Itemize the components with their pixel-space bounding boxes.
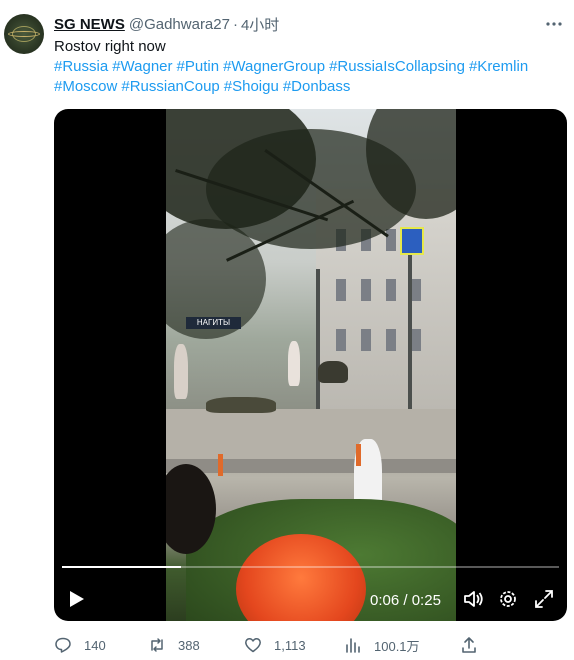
views-count: 100.1万 — [374, 638, 420, 654]
hashtag-link[interactable]: #Donbass — [283, 78, 351, 95]
volume-icon[interactable] — [461, 587, 485, 611]
reply-icon — [55, 637, 71, 653]
video-timecode: 0:06 / 0:25 — [370, 590, 441, 610]
video-frame[interactable]: НАГИТЫ — [166, 109, 456, 621]
play-icon[interactable] — [64, 587, 88, 611]
video-controls: 0:06 / 0:25 — [54, 579, 567, 621]
author-name[interactable]: SG NEWS — [54, 16, 125, 33]
hashtag-link[interactable]: #RussianCoup — [121, 78, 219, 95]
tweet-text: Rostov right now #Russia #Wagner #Putin #Wa… — [54, 37, 564, 97]
avatar-emblem-ring — [8, 31, 40, 37]
tweet-header: SG NEWS @Gadhwara27 · 4小时 — [54, 14, 279, 34]
bystander-left — [174, 344, 188, 399]
hashtag-line-2: #Moscow #RussianCoup #Shoigu #Donbass — [54, 77, 564, 97]
hashtag-link[interactable]: #Wagner — [112, 58, 172, 75]
frame-curb — [166, 459, 456, 473]
video-progress-fill — [62, 566, 182, 568]
separator-dot: · — [232, 15, 238, 33]
like-count: 1,113 — [274, 637, 306, 653]
settings-gear-icon[interactable] — [496, 587, 520, 611]
retweet-icon — [151, 638, 163, 652]
hashtag-link[interactable]: #Moscow — [54, 78, 117, 95]
views-bar-icon — [346, 638, 360, 653]
hashtag-link[interactable]: #RussiaIsCollapsing — [329, 58, 465, 75]
storefront-sign: НАГИТЫ — [186, 317, 241, 329]
timecode-separator: / — [399, 591, 412, 609]
soldier-prone — [206, 397, 276, 413]
like-button[interactable]: 1,113 — [244, 634, 306, 656]
hashtag-link[interactable]: #Kremlin — [469, 58, 528, 75]
tweet-card[interactable]: SG NEWS @Gadhwara27 · 4小时 Rostov right n… — [0, 0, 574, 660]
more-icon[interactable] — [540, 12, 568, 36]
tweet-timestamp[interactable]: 4小时 — [241, 14, 279, 35]
video-current-time: 0:06 — [370, 591, 400, 609]
hashtag-link[interactable]: #Russia — [54, 58, 108, 75]
tweet-body: Rostov right now — [54, 38, 166, 55]
share-icon — [462, 637, 476, 653]
like-heart-icon — [245, 638, 261, 653]
fullscreen-icon[interactable] — [532, 587, 556, 611]
share-button[interactable] — [460, 634, 490, 656]
retweet-count: 388 — [178, 637, 200, 653]
author-handle[interactable]: @Gadhwara27 — [129, 16, 230, 33]
retweet-button[interactable]: 388 — [148, 634, 200, 656]
hashtag-link[interactable]: #WagnerGroup — [223, 58, 325, 75]
hashtag-link[interactable]: #Putin — [177, 58, 220, 75]
reply-button[interactable]: 140 — [54, 634, 106, 656]
video-player[interactable]: НАГИТЫ 0:06 / 0:25 — [54, 109, 567, 621]
video-duration: 0:25 — [411, 591, 441, 609]
hashtag-line-1: #Russia #Wagner #Putin #WagnerGroup #RussiaI… — [54, 57, 564, 77]
road-sign — [400, 227, 424, 255]
bystander-center — [288, 341, 300, 386]
views-button[interactable]: 100.1万 — [344, 634, 420, 656]
soldier-kneeling — [318, 361, 348, 383]
tweet-actions: 140 388 1,113 100.1万 — [54, 634, 567, 656]
hashtag-link[interactable]: #Shoigu — [224, 78, 279, 95]
reply-count: 140 — [84, 637, 106, 653]
video-progress-bar[interactable] — [62, 566, 559, 568]
avatar[interactable] — [4, 14, 44, 54]
